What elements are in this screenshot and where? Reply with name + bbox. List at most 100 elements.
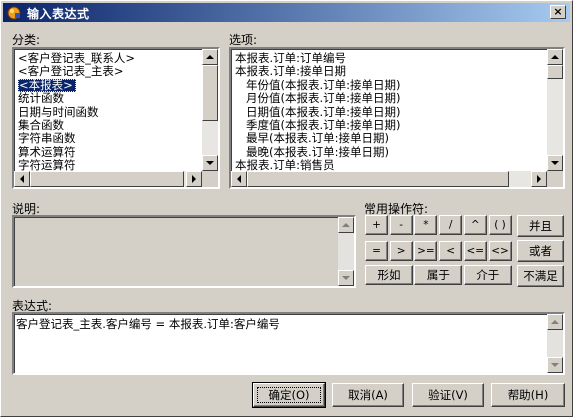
help-button-label: 帮助(H) (507, 388, 549, 402)
arrow-left-icon (20, 175, 24, 183)
category-items: <客户登记表_联系人> <客户登记表_主表> <本报表> 统计函数 日期与时间函数 集合函… (16, 52, 200, 173)
window-title: 输入表达式 (27, 7, 90, 21)
list-item-label: 集合函数 (18, 117, 64, 132)
scroll-corner (547, 171, 563, 187)
list-item[interactable]: 最晚(本报表.订单:接单日期) (233, 145, 545, 159)
arrow-down-icon (551, 161, 559, 165)
list-item-label: <客户登记表_联系人> (18, 51, 136, 65)
list-item-label: 字符串函数 (18, 131, 76, 146)
operator-button[interactable]: 形如 (365, 265, 413, 285)
close-icon: × (553, 5, 563, 18)
verify-button-label: 验证(V) (428, 388, 468, 402)
list-item-label: 算术运算符 (18, 144, 76, 159)
options-vscroll[interactable] (547, 49, 563, 171)
scroll-down-button[interactable] (547, 155, 563, 171)
scroll-left-button[interactable] (231, 171, 247, 187)
operator-button[interactable]: ^ (463, 215, 487, 235)
list-item-label: 日期与时间函数 (18, 104, 99, 119)
close-button[interactable]: × (550, 5, 566, 19)
list-item[interactable]: 本报表.订单:订单编号 (233, 51, 545, 65)
expression-dialog: 输入表达式 × 分类: <客户登记表_联系人> <客户登记表_主表> <本报表> 统计… (0, 0, 573, 417)
arrow-down-icon (551, 363, 559, 367)
list-item[interactable]: <客户登记表_主表> (16, 65, 200, 78)
scroll-left-button[interactable] (14, 171, 30, 187)
operator-button[interactable]: = (365, 241, 388, 261)
category-hscroll[interactable] (14, 171, 202, 187)
list-item[interactable]: 算术运算符 (16, 144, 200, 159)
options-items: 本报表.订单:订单编号 本报表.订单:接单日期 年份值(本报表.订单:接单日期) … (233, 51, 545, 173)
description-vscroll[interactable] (338, 217, 354, 286)
arrow-up-icon (206, 55, 214, 59)
operator-button[interactable]: - (389, 215, 413, 235)
list-item-label: 统计函数 (18, 91, 64, 106)
operator-button[interactable]: ( ) (488, 215, 512, 235)
operator-button[interactable]: / (439, 215, 463, 235)
description-box (12, 215, 356, 288)
operator-button[interactable]: * (414, 215, 438, 235)
operator-button[interactable]: > (389, 241, 413, 261)
expression-vscroll[interactable] (547, 314, 563, 373)
scroll-down-button[interactable] (547, 357, 563, 373)
arrow-up-icon (551, 55, 559, 59)
expression-text[interactable]: 客户登记表_主表.客户编号 = 本报表.订单:客户编号 (16, 316, 280, 332)
arrow-up-icon (551, 320, 559, 324)
scroll-thumb[interactable] (547, 65, 563, 79)
logic-operator-button[interactable]: 不满足 (517, 265, 564, 287)
scroll-down-button[interactable] (338, 270, 354, 286)
operator-button[interactable]: 介于 (463, 265, 512, 285)
scroll-corner (202, 171, 218, 187)
ok-button[interactable]: 确定(O) (252, 382, 326, 408)
scroll-thumb[interactable] (247, 171, 509, 187)
list-item[interactable]: 季度值(本报表.订单:接单日期) (233, 118, 545, 132)
operator-button[interactable]: >= (414, 241, 438, 261)
scroll-right-button[interactable] (186, 171, 202, 187)
scroll-up-button[interactable] (547, 314, 563, 330)
expression-input[interactable]: 客户登记表_主表.客户编号 = 本报表.订单:客户编号 (12, 312, 565, 375)
list-item-label: <客户登记表_主表> (18, 64, 124, 79)
logic-operator-button[interactable]: 并且 (517, 215, 564, 237)
scroll-up-button[interactable] (338, 217, 354, 233)
category-label: 分类: (12, 33, 41, 47)
title-bar[interactable]: 输入表达式 × (3, 3, 570, 22)
options-list[interactable]: 本报表.订单:订单编号 本报表.订单:接单日期 年份值(本报表.订单:接单日期) … (229, 47, 565, 189)
list-item-label: <本报表> (18, 78, 76, 92)
list-item[interactable]: 年份值(本报表.订单:接单日期) (233, 78, 545, 92)
list-item[interactable]: 日期值(本报表.订单:接单日期) (233, 105, 545, 119)
list-item[interactable]: <客户登记表_联系人> (16, 52, 200, 65)
arrow-right-icon (192, 175, 196, 183)
help-button[interactable]: 帮助(H) (491, 383, 565, 407)
options-hscroll[interactable] (231, 171, 547, 187)
operator-button[interactable]: <= (463, 241, 487, 261)
category-vscroll[interactable] (202, 49, 218, 171)
list-item[interactable]: 本报表.订单:接单日期 (233, 65, 545, 78)
list-item[interactable]: 集合函数 (16, 117, 200, 132)
cancel-button-label: 取消(A) (348, 388, 388, 402)
scroll-thumb[interactable] (30, 171, 184, 187)
scroll-up-button[interactable] (547, 49, 563, 65)
list-item[interactable]: 日期与时间函数 (16, 104, 200, 119)
app-icon (7, 6, 21, 20)
options-label: 选项: (229, 33, 258, 47)
verify-button[interactable]: 验证(V) (412, 383, 484, 407)
list-item[interactable]: 最早(本报表.订单:接单日期) (233, 132, 545, 145)
operator-button[interactable]: < (439, 241, 463, 261)
scroll-down-button[interactable] (202, 155, 218, 171)
list-item[interactable]: 统计函数 (16, 92, 200, 105)
arrow-right-icon (537, 175, 541, 183)
focus-rect (257, 387, 321, 403)
operator-button[interactable]: + (365, 215, 388, 235)
category-list[interactable]: <客户登记表_联系人> <客户登记表_主表> <本报表> 统计函数 日期与时间函数 集合函… (12, 47, 220, 189)
arrow-down-icon (342, 276, 350, 280)
scroll-right-button[interactable] (531, 171, 547, 187)
operator-button[interactable]: <> (488, 241, 512, 261)
cancel-button[interactable]: 取消(A) (332, 383, 404, 407)
list-item[interactable]: <本报表> (16, 78, 200, 92)
arrow-down-icon (206, 161, 214, 165)
logic-operator-button[interactable]: 或者 (517, 240, 564, 262)
scroll-thumb[interactable] (202, 65, 218, 121)
list-item[interactable]: 月份值(本报表.订单:接单日期) (233, 91, 545, 105)
scroll-up-button[interactable] (202, 49, 218, 65)
list-item[interactable]: 字符串函数 (16, 132, 200, 145)
arrow-left-icon (237, 175, 241, 183)
operator-button[interactable]: 属于 (414, 265, 463, 285)
